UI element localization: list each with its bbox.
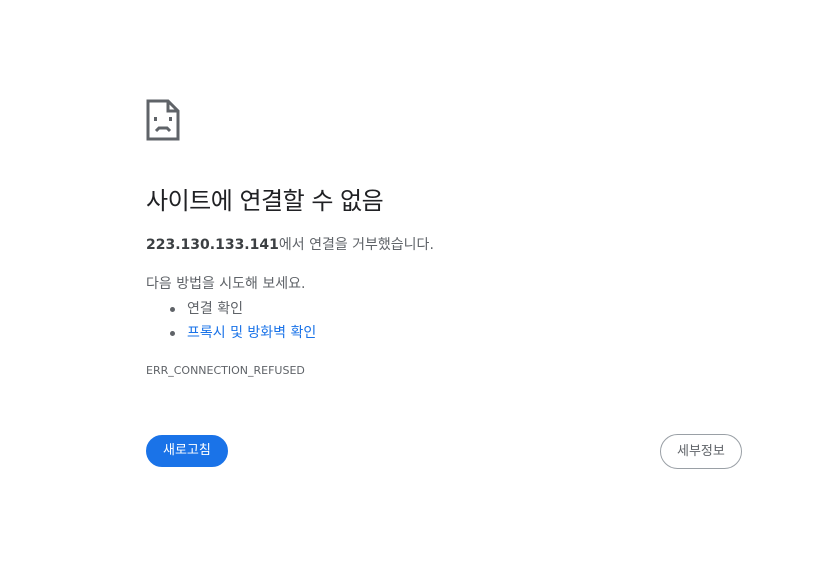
list-item: 연결 확인	[146, 297, 316, 321]
suggestions-list: 연결 확인 프록시 및 방화벽 확인	[146, 297, 316, 345]
error-message: 223.130.133.141에서 연결을 거부했습니다.	[146, 235, 434, 255]
error-page: 사이트에 연결할 수 없음 223.130.133.141에서 연결을 거부했습…	[0, 0, 819, 587]
page-title: 사이트에 연결할 수 없음	[146, 187, 384, 215]
message-suffix: 에서 연결을 거부했습니다.	[278, 237, 434, 253]
reload-button[interactable]: 새로고침	[146, 435, 228, 467]
list-item: 프록시 및 방화벽 확인	[146, 321, 316, 345]
suggestion-check-proxy-firewall-link[interactable]: 프록시 및 방화벽 확인	[187, 325, 316, 341]
error-code: ERR_CONNECTION_REFUSED	[146, 364, 305, 377]
host-address: 223.130.133.141	[146, 237, 279, 253]
suggestion-check-connection: 연결 확인	[187, 301, 243, 317]
suggestions-heading: 다음 방법을 시도해 보세요.	[146, 276, 306, 292]
details-button[interactable]: 세부정보	[660, 434, 742, 469]
sad-page-icon	[146, 99, 180, 141]
